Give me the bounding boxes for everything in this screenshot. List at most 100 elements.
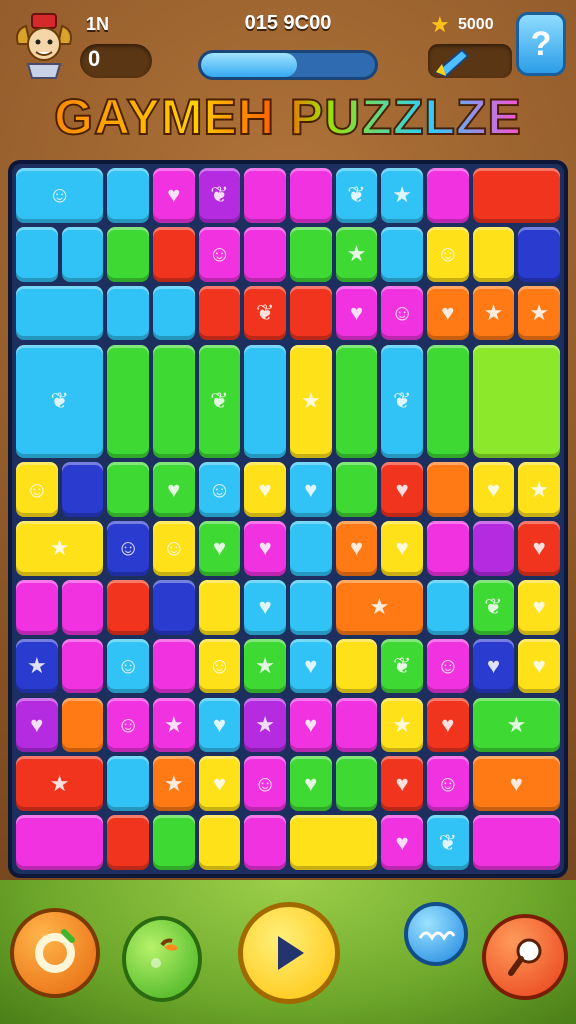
- tile-magenta[interactable]: ♥: [335, 285, 378, 341]
- tile-magenta[interactable]: [290, 168, 332, 223]
- tile-green[interactable]: [290, 226, 332, 282]
- tile-cyan[interactable]: [381, 226, 423, 282]
- tile-red[interactable]: ★: [16, 756, 104, 812]
- tile-green[interactable]: ★: [244, 638, 286, 694]
- tile-green[interactable]: [427, 344, 469, 459]
- tile-yellow[interactable]: [198, 815, 241, 870]
- tile-yellow[interactable]: ♥: [518, 638, 560, 694]
- tile-green[interactable]: [107, 462, 149, 517]
- tile-green[interactable]: ★: [472, 697, 560, 753]
- tile-cyan[interactable]: ❦: [427, 815, 469, 870]
- tile-cyan[interactable]: [107, 285, 149, 341]
- play-button[interactable]: [238, 902, 340, 1004]
- tile-magenta[interactable]: [244, 168, 286, 223]
- tile-yellow[interactable]: ♥: [198, 756, 241, 812]
- tile-yellow[interactable]: ☺: [198, 638, 241, 694]
- tile-cyan[interactable]: ❦: [335, 168, 378, 223]
- tile-magenta[interactable]: [61, 579, 104, 635]
- tile-orange[interactable]: ★: [518, 285, 560, 341]
- tile-magenta[interactable]: ☺: [107, 697, 149, 753]
- tile-green[interactable]: ♥: [198, 521, 241, 576]
- tile-yellow[interactable]: [290, 815, 378, 870]
- blue-bubble-button[interactable]: [404, 902, 468, 966]
- tile-orange[interactable]: [427, 462, 469, 517]
- tile-cyan[interactable]: ♥: [290, 462, 332, 517]
- tile-magenta[interactable]: ♥: [381, 815, 423, 870]
- tile-magenta[interactable]: ☺: [244, 756, 286, 812]
- tile-red[interactable]: ❦: [244, 285, 286, 341]
- tile-green[interactable]: [153, 815, 195, 870]
- tile-magenta[interactable]: [335, 697, 378, 753]
- tile-purple[interactable]: ★: [244, 697, 286, 753]
- tile-orange[interactable]: ♥: [472, 756, 560, 812]
- tile-magenta[interactable]: ☺: [427, 638, 469, 694]
- tile-yellow[interactable]: [335, 638, 378, 694]
- tile-cyan[interactable]: [107, 168, 149, 223]
- tile-cyan[interactable]: [107, 756, 149, 812]
- tile-yellow[interactable]: ☺: [16, 462, 58, 517]
- tile-green[interactable]: ❦: [198, 344, 241, 459]
- tile-cyan[interactable]: ★: [381, 168, 423, 223]
- tile-navy[interactable]: [153, 579, 195, 635]
- tile-navy[interactable]: ♥: [472, 638, 515, 694]
- tile-cyan[interactable]: ☺: [107, 638, 149, 694]
- tile-cyan[interactable]: ♥: [198, 697, 241, 753]
- tile-magenta[interactable]: [427, 168, 469, 223]
- tile-purple[interactable]: ♥: [16, 697, 58, 753]
- tile-magenta[interactable]: [472, 815, 560, 870]
- tile-red[interactable]: [198, 285, 241, 341]
- hint-button[interactable]: [482, 914, 568, 1000]
- tile-orange[interactable]: ♥: [335, 521, 378, 576]
- tile-red[interactable]: ♥: [518, 521, 560, 576]
- tile-green[interactable]: [107, 226, 149, 282]
- fruit-ring-button[interactable]: [10, 908, 100, 998]
- tile-purple[interactable]: ❦: [198, 168, 241, 223]
- tile-red[interactable]: [472, 168, 560, 223]
- tile-yellow[interactable]: ★: [381, 697, 423, 753]
- tile-yellow[interactable]: ★: [290, 344, 332, 459]
- tile-cyan[interactable]: [244, 344, 286, 459]
- tile-orange[interactable]: ★: [335, 579, 423, 635]
- tile-cyan[interactable]: ☺: [16, 168, 104, 223]
- tile-cyan[interactable]: [427, 579, 469, 635]
- tile-cyan[interactable]: ☺: [198, 462, 241, 517]
- tile-magenta[interactable]: ★: [153, 697, 195, 753]
- tile-green[interactable]: [335, 344, 378, 459]
- tile-purple[interactable]: [472, 521, 515, 576]
- tile-cyan[interactable]: [290, 521, 332, 576]
- tile-yellow[interactable]: ☺: [427, 226, 469, 282]
- tile-cyan[interactable]: [16, 285, 104, 341]
- tile-lime[interactable]: [472, 344, 560, 459]
- tile-magenta[interactable]: ☺: [198, 226, 241, 282]
- tile-magenta[interactable]: [427, 521, 469, 576]
- tile-green[interactable]: [335, 756, 378, 812]
- tile-cyan[interactable]: ❦: [16, 344, 104, 459]
- tile-magenta[interactable]: ♥: [244, 521, 286, 576]
- tile-cyan[interactable]: [16, 226, 58, 282]
- tile-cyan[interactable]: ♥: [290, 638, 332, 694]
- tile-cyan[interactable]: ❦: [381, 344, 423, 459]
- tile-magenta[interactable]: [244, 815, 286, 870]
- tile-red[interactable]: ♥: [381, 462, 423, 517]
- tile-yellow[interactable]: ♥: [518, 579, 560, 635]
- tile-magenta[interactable]: ♥: [290, 697, 332, 753]
- tile-magenta[interactable]: [61, 638, 104, 694]
- player-avatar[interactable]: [12, 10, 76, 80]
- tile-cyan[interactable]: ♥: [244, 579, 286, 635]
- tile-green[interactable]: ❦: [472, 579, 515, 635]
- tile-orange[interactable]: ★: [472, 285, 515, 341]
- tile-yellow[interactable]: [472, 226, 515, 282]
- tile-green[interactable]: ♥: [290, 756, 332, 812]
- tile-yellow[interactable]: [198, 579, 241, 635]
- tile-navy[interactable]: [61, 462, 104, 517]
- tile-magenta[interactable]: [16, 579, 58, 635]
- tile-magenta[interactable]: ♥: [153, 168, 195, 223]
- tile-cyan[interactable]: [290, 579, 332, 635]
- tile-orange[interactable]: ♥: [427, 285, 469, 341]
- tile-navy[interactable]: ★: [16, 638, 58, 694]
- tile-green[interactable]: [107, 344, 149, 459]
- tile-cyan[interactable]: [61, 226, 104, 282]
- tile-yellow[interactable]: ♥: [244, 462, 286, 517]
- tile-magenta[interactable]: [153, 638, 195, 694]
- tile-red[interactable]: ♥: [427, 697, 469, 753]
